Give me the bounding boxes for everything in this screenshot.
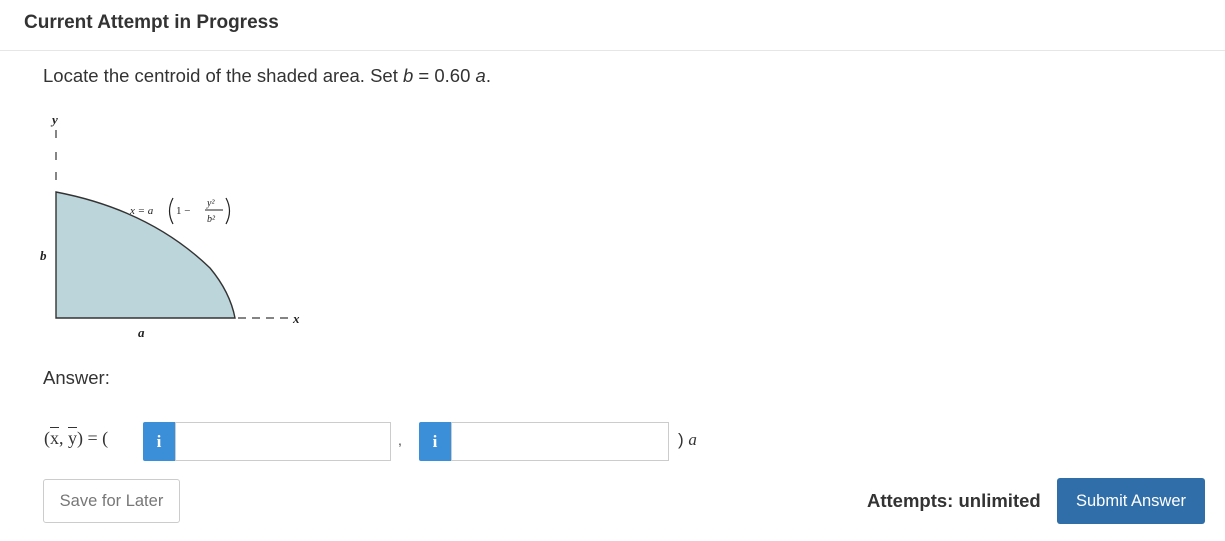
- equation-numerator: y²: [206, 198, 215, 209]
- shaded-area-diagram: y b a x x = a 1 − y² b²: [40, 112, 300, 340]
- answer-unit: ) a: [678, 430, 697, 450]
- save-for-later-button[interactable]: Save for Later: [43, 479, 180, 523]
- ybar-answer-input[interactable]: [451, 422, 669, 461]
- question-equals: = 0.60: [413, 65, 476, 86]
- xbar-answer-input[interactable]: [175, 422, 391, 461]
- equation-lhs: x = a: [129, 205, 154, 217]
- question-prefix: Locate the centroid of the shaded area. …: [43, 65, 403, 86]
- info-button-ybar[interactable]: i: [419, 422, 451, 461]
- page-title: Current Attempt in Progress: [24, 12, 279, 33]
- equation-denominator: b²: [207, 214, 216, 225]
- y-axis-label: y: [50, 112, 58, 127]
- problem-figure: y b a x x = a 1 − y² b²: [30, 110, 320, 340]
- question-var-a: a: [475, 65, 486, 86]
- expr-equals: ) = (: [77, 428, 109, 448]
- expr-separator: ,: [59, 428, 68, 448]
- xbar-symbol: x: [50, 428, 59, 448]
- info-button-xbar[interactable]: i: [143, 422, 175, 461]
- question-text: Locate the centroid of the shaded area. …: [43, 65, 491, 87]
- unit-a: a: [688, 430, 697, 449]
- attempts-text: Attempts: unlimited: [867, 490, 1041, 511]
- answer-label: Answer:: [43, 367, 110, 388]
- b-dimension-label: b: [40, 248, 47, 263]
- ybar-symbol: y: [68, 428, 77, 448]
- equation-left-paren: [168, 197, 174, 225]
- equation-right-paren: [225, 197, 231, 225]
- answer-comma: ,: [398, 432, 402, 448]
- a-dimension-label: a: [138, 325, 145, 340]
- centroid-expression: (x, y) = (: [44, 428, 108, 449]
- x-axis-label: x: [292, 311, 300, 326]
- question-period: .: [485, 65, 491, 86]
- close-paren: ): [678, 430, 689, 449]
- question-var-b: b: [402, 65, 414, 86]
- equation-one-minus: 1 −: [176, 205, 190, 217]
- header-bar: Current Attempt in Progress: [0, 0, 1225, 51]
- submit-answer-button[interactable]: Submit Answer: [1057, 478, 1205, 524]
